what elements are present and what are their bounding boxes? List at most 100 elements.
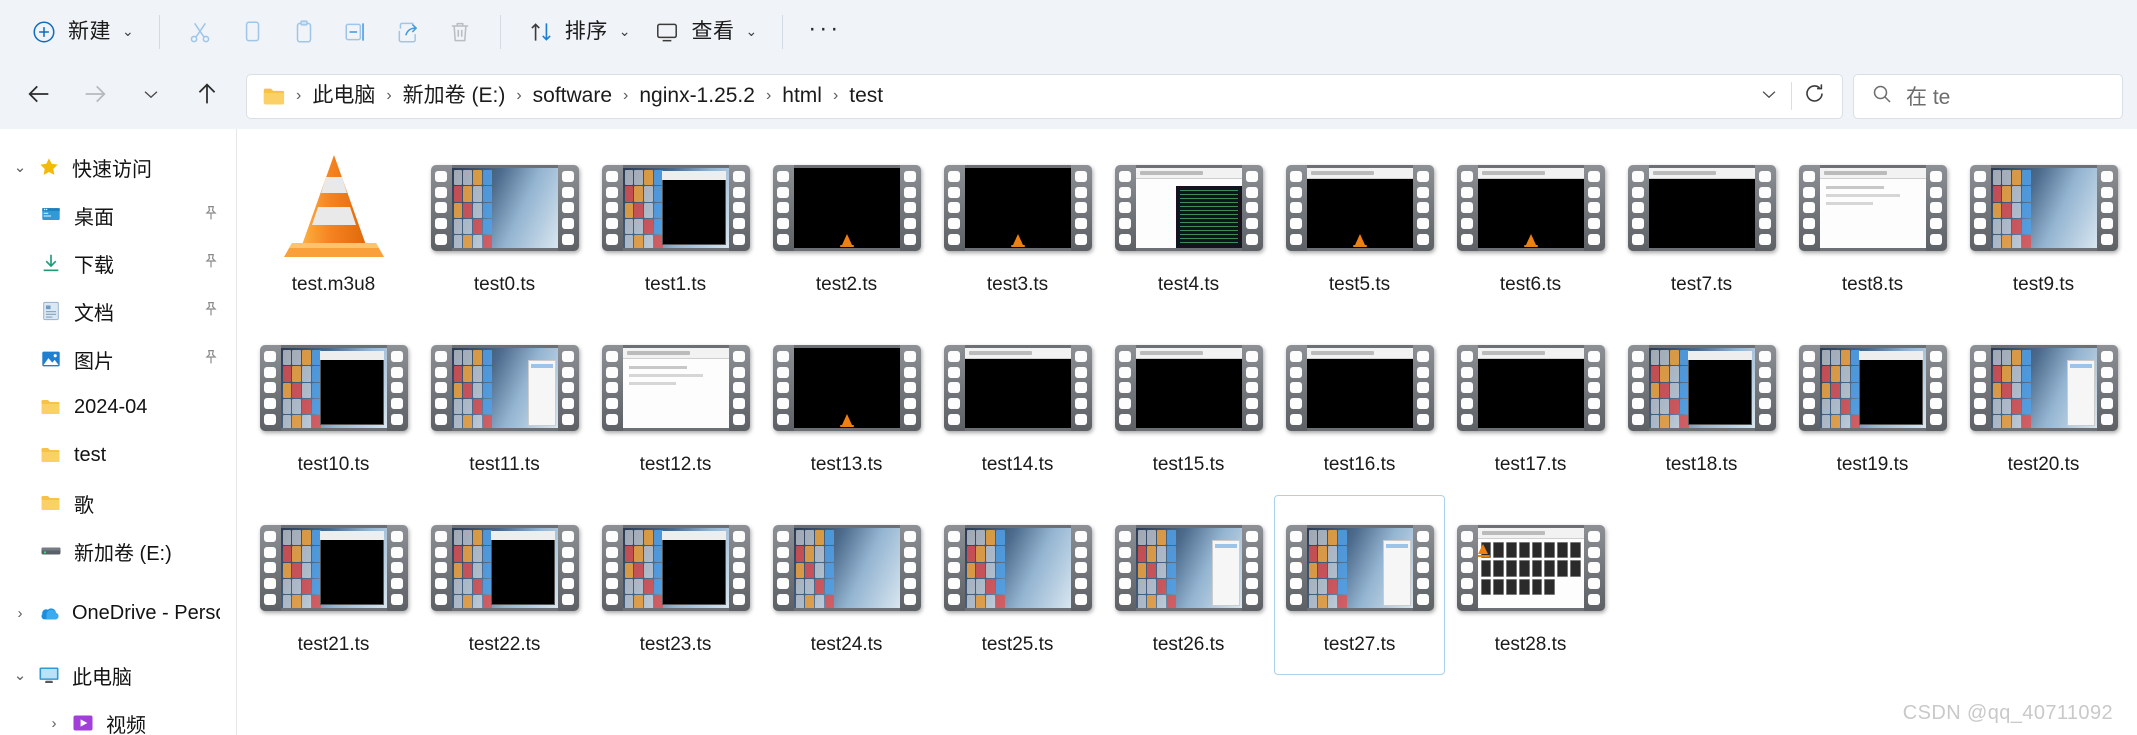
file-item-test10.ts[interactable]: test10.ts — [248, 315, 419, 495]
film-screen — [1306, 525, 1413, 611]
file-item-test14.ts[interactable]: test14.ts — [932, 315, 1103, 495]
sidebar-item-歌[interactable]: 歌 — [6, 479, 230, 527]
forward-button[interactable] — [72, 73, 118, 119]
chevron-right-icon[interactable]: › — [40, 715, 68, 732]
film-screen — [1135, 525, 1242, 611]
recent-locations-button[interactable] — [128, 73, 174, 119]
file-item-test27.ts[interactable]: test27.ts — [1274, 495, 1445, 675]
breadcrumb-dropdown-button[interactable] — [1747, 74, 1791, 118]
file-list-pane[interactable]: test.m3u8 test0.ts test1.ts test2.ts test3.t… — [238, 129, 2137, 735]
breadcrumb-separator: › — [296, 87, 302, 104]
file-item-test21.ts[interactable]: test21.ts — [248, 495, 419, 675]
breadcrumb-item-2[interactable]: software — [524, 81, 621, 110]
film-thumbnail — [1798, 165, 1947, 251]
navigation-pane[interactable]: ⌄ 快速访问桌面下载文档图片 2024-04 test 歌新加卷 (E:) › OneDri… — [0, 129, 237, 735]
sidebar-group-label: 此电脑 — [72, 666, 132, 689]
sidebar-item-label: 文档 — [74, 302, 114, 325]
file-item-test13.ts[interactable]: test13.ts — [761, 315, 932, 495]
file-item-test5.ts[interactable]: test5.ts — [1274, 135, 1445, 315]
scissors-icon — [185, 17, 215, 47]
delete-button[interactable] — [434, 10, 486, 54]
pin-icon[interactable] — [202, 348, 220, 371]
breadcrumb-item-0[interactable]: 此电脑 — [303, 81, 384, 110]
copy-button[interactable] — [226, 10, 278, 54]
file-name-label: test18.ts — [1665, 454, 1738, 475]
breadcrumb-bar[interactable]: › 此电脑 › 新加卷 (E:) › software › nginx-1.25.2 › html… — [246, 73, 1843, 119]
chevron-down-icon: ⌄ — [745, 23, 758, 39]
paste-button[interactable] — [278, 10, 330, 54]
file-item-test26.ts[interactable]: test26.ts — [1103, 495, 1274, 675]
file-item-test9.ts[interactable]: test9.ts — [1958, 135, 2129, 315]
more-options-button[interactable]: ··· — [797, 10, 852, 54]
back-button[interactable] — [16, 73, 62, 119]
film-screen — [622, 165, 729, 251]
file-item-test23.ts[interactable]: test23.ts — [590, 495, 761, 675]
file-item-test25.ts[interactable]: test25.ts — [932, 495, 1103, 675]
refresh-button[interactable] — [1792, 74, 1836, 118]
sidebar-item-图片[interactable]: 图片 — [6, 335, 230, 383]
film-rail-right — [1754, 345, 1776, 431]
up-button[interactable] — [184, 73, 230, 119]
file-item-test19.ts[interactable]: test19.ts — [1787, 315, 1958, 495]
new-button[interactable]: 新建 ⌄ — [18, 10, 145, 54]
sidebar-item-下载[interactable]: 下载 — [6, 239, 230, 287]
share-button[interactable] — [382, 10, 434, 54]
file-item-test20.ts[interactable]: test20.ts — [1958, 315, 2129, 495]
file-name-label: test26.ts — [1152, 634, 1225, 655]
sidebar-item-视频[interactable]: › 视频 — [6, 699, 230, 735]
film-screen — [964, 165, 1071, 251]
view-button[interactable]: 查看 ⌄ — [641, 10, 768, 54]
file-grid[interactable]: test.m3u8 test0.ts test1.ts test2.ts test3.t… — [238, 129, 2137, 675]
pin-icon[interactable] — [202, 300, 220, 323]
file-item-test17.ts[interactable]: test17.ts — [1445, 315, 1616, 495]
pin-icon[interactable] — [202, 204, 220, 227]
film-rail-right — [1241, 165, 1263, 251]
sidebar-item-label: 视频 — [106, 714, 146, 735]
file-item-test15.ts[interactable]: test15.ts — [1103, 315, 1274, 495]
breadcrumb-item-4[interactable]: html — [773, 81, 831, 110]
file-item-test18.ts[interactable]: test18.ts — [1616, 315, 1787, 495]
file-item-test4.ts[interactable]: test4.ts — [1103, 135, 1274, 315]
pin-icon[interactable] — [202, 252, 220, 275]
sort-button[interactable]: 排序 ⌄ — [515, 10, 642, 54]
film-screen — [622, 525, 729, 611]
chevron-down-icon[interactable]: ⌄ — [6, 666, 34, 684]
sidebar-item-test[interactable]: test — [6, 431, 230, 479]
file-item-test.m3u8[interactable]: test.m3u8 — [248, 135, 419, 315]
file-item-test12.ts[interactable]: test12.ts — [590, 315, 761, 495]
chevron-right-icon[interactable]: › — [6, 605, 34, 622]
file-item-test1.ts[interactable]: test1.ts — [590, 135, 761, 315]
chevron-down-icon[interactable]: ⌄ — [6, 158, 34, 176]
file-item-test3.ts[interactable]: test3.ts — [932, 135, 1103, 315]
search-input[interactable]: 在 te — [1853, 73, 2123, 119]
sidebar-item-label: 下载 — [74, 254, 114, 277]
file-item-test6.ts[interactable]: test6.ts — [1445, 135, 1616, 315]
sidebar-item-桌面[interactable]: 桌面 — [6, 191, 230, 239]
file-item-test2.ts[interactable]: test2.ts — [761, 135, 932, 315]
rename-button[interactable] — [330, 10, 382, 54]
file-thumbnail — [943, 144, 1092, 272]
sidebar-item-文档[interactable]: 文档 — [6, 287, 230, 335]
sidebar-item-label: 桌面 — [74, 206, 114, 229]
sidebar-group-0[interactable]: ⌄ 快速访问 — [6, 143, 230, 191]
file-item-test24.ts[interactable]: test24.ts — [761, 495, 932, 675]
file-item-test11.ts[interactable]: test11.ts — [419, 315, 590, 495]
file-item-test22.ts[interactable]: test22.ts — [419, 495, 590, 675]
file-item-test0.ts[interactable]: test0.ts — [419, 135, 590, 315]
sidebar-item-新加卷 (E:)[interactable]: 新加卷 (E:) — [6, 527, 230, 575]
toolbar-divider-3 — [782, 14, 784, 49]
file-item-test16.ts[interactable]: test16.ts — [1274, 315, 1445, 495]
breadcrumb[interactable]: › 此电脑 › 新加卷 (E:) › software › nginx-1.25.2 › html… — [294, 81, 1747, 110]
file-item-test7.ts[interactable]: test7.ts — [1616, 135, 1787, 315]
sidebar-group-1[interactable]: › OneDrive - Personal — [6, 589, 230, 637]
file-thumbnail — [1285, 504, 1434, 632]
onedrive-icon — [34, 601, 64, 625]
sidebar-item-2024-04[interactable]: 2024-04 — [6, 383, 230, 431]
file-item-test28.ts[interactable]: test28.ts — [1445, 495, 1616, 675]
breadcrumb-item-3[interactable]: nginx-1.25.2 — [630, 81, 764, 110]
breadcrumb-item-1[interactable]: 新加卷 (E:) — [394, 81, 515, 110]
breadcrumb-item-5[interactable]: test — [840, 81, 892, 110]
sidebar-group-2[interactable]: ⌄ 此电脑 — [6, 651, 230, 699]
file-item-test8.ts[interactable]: test8.ts — [1787, 135, 1958, 315]
cut-button[interactable] — [174, 10, 226, 54]
